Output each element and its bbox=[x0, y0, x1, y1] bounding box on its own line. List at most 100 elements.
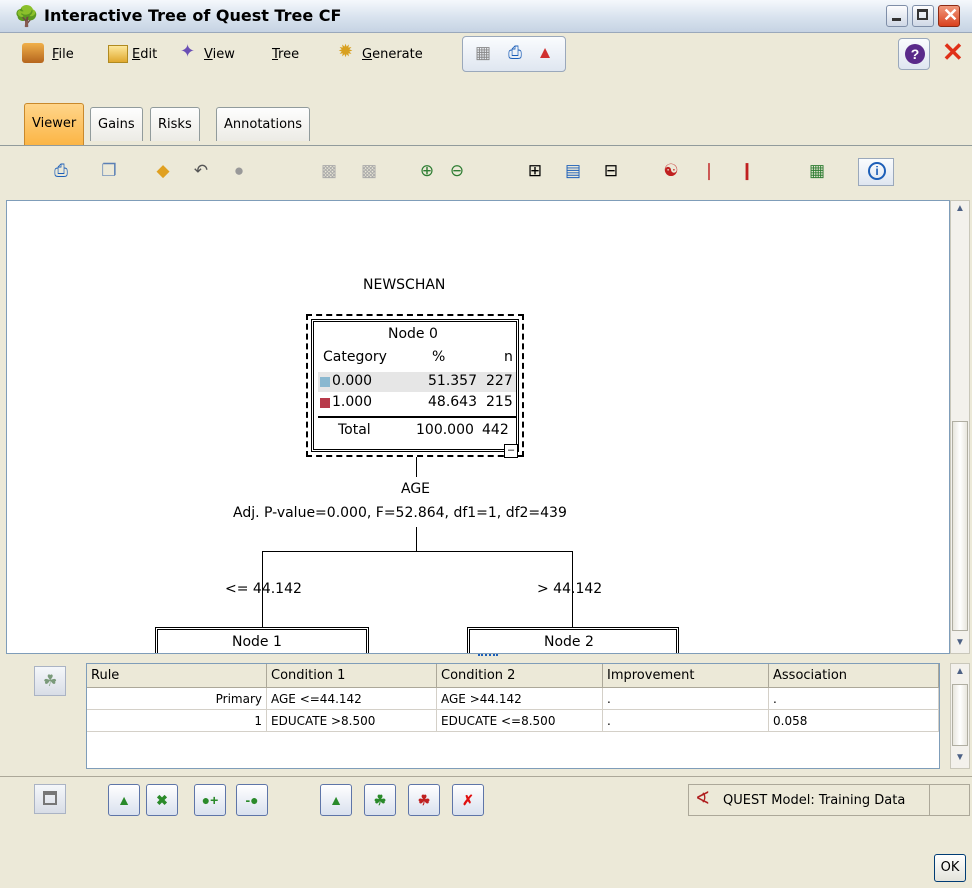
right-left-tree-icon[interactable]: ❙ bbox=[736, 160, 758, 182]
maximize-button[interactable] bbox=[912, 5, 934, 27]
help-button[interactable]: ? bbox=[898, 38, 930, 70]
chart-settings-icon[interactable]: ▲ bbox=[534, 42, 556, 64]
scroll-up-arrow[interactable]: ▲ bbox=[955, 203, 965, 214]
stop-icon[interactable]: ● bbox=[228, 160, 250, 182]
node-graph-icon[interactable]: ▤ bbox=[562, 160, 584, 182]
node-divider bbox=[318, 416, 516, 418]
zoom-in-icon[interactable]: ⊕ bbox=[416, 160, 438, 182]
category-percent: 51.357 bbox=[428, 373, 477, 389]
viewer-scrollbar[interactable]: ▲ ▼ bbox=[950, 200, 970, 654]
grow-branch-custom-button[interactable]: ▲ bbox=[320, 784, 352, 816]
category-count: 227 bbox=[486, 373, 513, 389]
scroll-down-arrow[interactable]: ▼ bbox=[955, 752, 965, 763]
table-cell-rule: 1 bbox=[87, 710, 267, 732]
root-node-selection[interactable]: Node 0 Category % n 0.000 51.357 227 1.0… bbox=[306, 314, 524, 458]
table-disabled-icon[interactable]: ▩ bbox=[318, 160, 340, 182]
table-cell-improvement: . bbox=[603, 688, 769, 710]
remove-level-button[interactable]: ✗ bbox=[452, 784, 484, 816]
node-title: Node 0 bbox=[388, 326, 438, 342]
scroll-up-arrow[interactable]: ▲ bbox=[955, 666, 965, 677]
category-swatch bbox=[320, 377, 330, 387]
copy-icon[interactable]: ❐ bbox=[98, 160, 120, 182]
collapse-toggle[interactable]: – bbox=[504, 444, 518, 458]
surrogate-side-button[interactable]: ☘ bbox=[34, 666, 66, 696]
tab-gains[interactable]: Gains bbox=[90, 107, 143, 141]
close-button[interactable]: ✕ bbox=[938, 5, 960, 27]
tree-app-icon: 🌳 bbox=[14, 6, 39, 28]
table-scrollbar[interactable]: ▲ ▼ bbox=[950, 663, 970, 769]
table-disabled-icon-2[interactable]: ▩ bbox=[358, 160, 380, 182]
tab-annotations[interactable]: Annotations bbox=[216, 107, 311, 141]
grow-branch-button[interactable]: ●+ bbox=[194, 784, 226, 816]
view-wand-icon: ✦ bbox=[180, 41, 196, 61]
menu-file[interactable]: File bbox=[52, 47, 74, 62]
total-label: Total bbox=[338, 422, 371, 438]
category-value: 1.000 bbox=[332, 394, 373, 410]
category-row: 0.000 51.357 227 bbox=[318, 372, 516, 392]
node-both-icon[interactable]: ⊟ bbox=[600, 160, 622, 182]
zoom-out-icon[interactable]: ⊖ bbox=[446, 160, 468, 182]
root-node[interactable]: Node 0 Category % n 0.000 51.357 227 1.0… bbox=[311, 319, 519, 452]
grow-tree-and-prune-button[interactable]: ✖ bbox=[146, 784, 178, 816]
left-right-tree-icon[interactable]: ❘ bbox=[698, 160, 720, 182]
scroll-thumb[interactable] bbox=[952, 421, 968, 631]
panel-toggle-button[interactable] bbox=[34, 784, 66, 814]
table-cell-association: 0.058 bbox=[769, 710, 939, 732]
tab-risks[interactable]: Risks bbox=[150, 107, 200, 141]
n-header: n bbox=[504, 349, 513, 365]
custom-split-button[interactable]: ☘ bbox=[408, 784, 440, 816]
table-cell-condition2: AGE >44.142 bbox=[437, 688, 603, 710]
grow-one-level-button[interactable]: ☘ bbox=[364, 784, 396, 816]
scroll-down-arrow[interactable]: ▼ bbox=[955, 637, 965, 648]
surrogates-table[interactable]: Rule Condition 1 Condition 2 Improvement… bbox=[86, 663, 940, 769]
model-graph-icon: ∢ bbox=[695, 788, 711, 808]
info-icon: i bbox=[868, 162, 886, 180]
category-header: Category bbox=[323, 349, 387, 365]
generate-icon: ✹ bbox=[338, 41, 354, 61]
remove-branch-button[interactable]: -● bbox=[236, 784, 268, 816]
tree-map-icon[interactable]: ▦ bbox=[806, 160, 828, 182]
minimize-button[interactable] bbox=[886, 5, 908, 27]
window-title: Interactive Tree of Quest Tree CF bbox=[44, 6, 342, 25]
tree-viewer[interactable]: NEWSCHAN Node 0 Category % n 0.000 51.35… bbox=[6, 200, 950, 654]
splitter-grip[interactable] bbox=[478, 654, 498, 660]
grid-icon[interactable]: ▦ bbox=[472, 42, 494, 64]
total-count: 442 bbox=[482, 422, 509, 438]
help-icon: ? bbox=[905, 44, 925, 64]
panel-icon bbox=[43, 791, 57, 805]
menu-view[interactable]: View bbox=[204, 47, 235, 62]
info-button[interactable]: i bbox=[858, 158, 894, 186]
ok-button[interactable]: OK bbox=[934, 854, 966, 882]
category-count: 215 bbox=[486, 394, 513, 410]
grow-tree-button[interactable]: ▲ bbox=[108, 784, 140, 816]
scroll-thumb[interactable] bbox=[952, 684, 968, 746]
connector bbox=[416, 527, 417, 551]
viewer-toolbar: ⎙ ❐ ◆ ↶ ● ▩ ▩ ⊕ ⊖ ⊞ ▤ ⊟ ☯ ❘ ❙ ▦ i bbox=[0, 148, 972, 198]
top-down-tree-icon[interactable]: ☯ bbox=[660, 160, 682, 182]
color-icon[interactable]: ◆ bbox=[152, 160, 174, 182]
column-header-condition2[interactable]: Condition 2 bbox=[437, 664, 603, 688]
print-icon[interactable]: ⎙ bbox=[504, 42, 526, 64]
category-swatch bbox=[320, 398, 330, 408]
table-cell-condition1: AGE <=44.142 bbox=[267, 688, 437, 710]
column-header-association[interactable]: Association bbox=[769, 664, 939, 688]
model-status: ∢ QUEST Model: Training Data bbox=[688, 784, 930, 816]
menu-generate[interactable]: Generate bbox=[362, 47, 423, 62]
close-panel-icon[interactable]: ✕ bbox=[942, 37, 964, 68]
child-node[interactable]: Node 1 bbox=[155, 627, 369, 653]
column-header-improvement[interactable]: Improvement bbox=[603, 664, 769, 688]
connector bbox=[416, 457, 417, 477]
undo-icon[interactable]: ↶ bbox=[190, 160, 212, 182]
menu-tree[interactable]: Tree bbox=[272, 47, 299, 62]
surrogate-icon: ☘ bbox=[43, 673, 58, 690]
file-icon bbox=[22, 43, 44, 63]
print-icon[interactable]: ⎙ bbox=[50, 160, 72, 182]
node-table-icon[interactable]: ⊞ bbox=[524, 160, 546, 182]
menu-edit[interactable]: Edit bbox=[132, 47, 157, 62]
column-header-condition1[interactable]: Condition 1 bbox=[267, 664, 437, 688]
table-cell-improvement: . bbox=[603, 710, 769, 732]
category-row: 1.000 48.643 215 bbox=[318, 393, 516, 413]
column-header-rule[interactable]: Rule bbox=[87, 664, 267, 688]
tab-viewer[interactable]: Viewer bbox=[24, 103, 85, 145]
child-node[interactable]: Node 2 bbox=[467, 627, 679, 653]
